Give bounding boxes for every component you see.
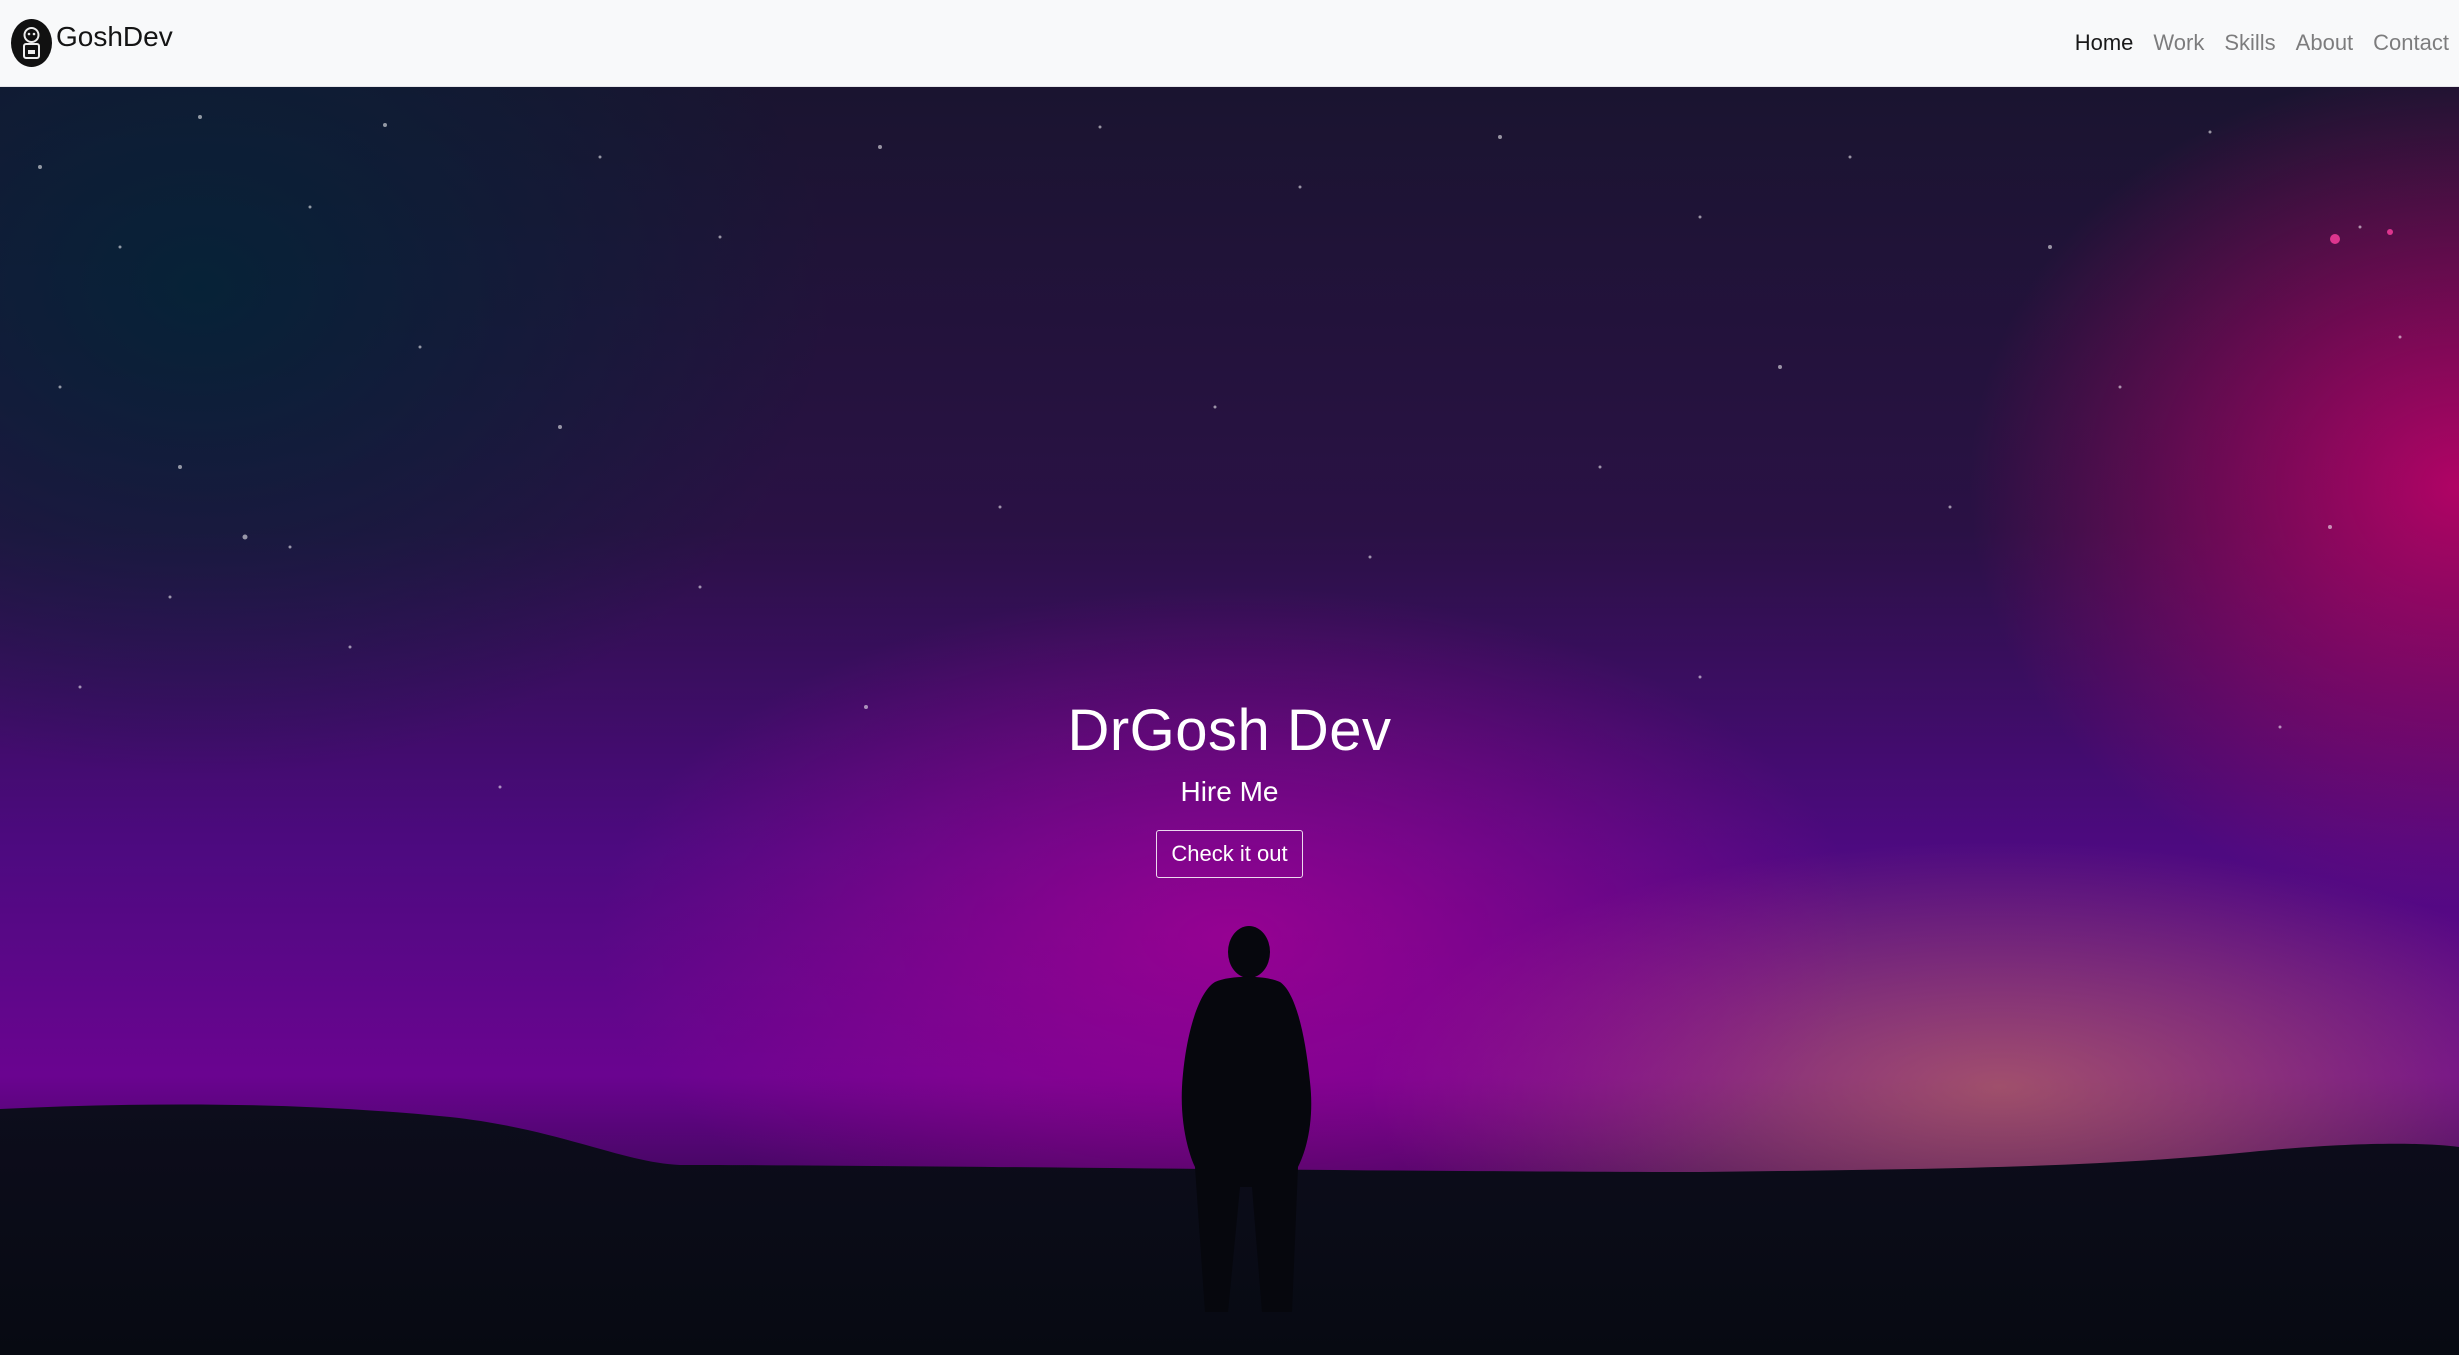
hero-content: DrGosh Dev Hire Me Check it out (0, 697, 2459, 878)
nav-skills[interactable]: Skills (2214, 30, 2285, 56)
nav-menu: Home Work Skills About Contact (2065, 30, 2459, 56)
check-it-out-button[interactable]: Check it out (1156, 830, 1303, 878)
brand-link[interactable]: GoshDev (11, 19, 173, 67)
nav-work[interactable]: Work (2143, 30, 2214, 56)
hero-section: DrGosh Dev Hire Me Check it out (0, 87, 2459, 1355)
brand-name: GoshDev (56, 21, 173, 52)
robot-avatar-icon (11, 19, 52, 67)
nav-contact[interactable]: Contact (2363, 30, 2459, 56)
hero-subtitle: Hire Me (1180, 776, 1279, 807)
top-navbar: GoshDev Home Work Skills About Contact (0, 0, 2459, 87)
nav-home[interactable]: Home (2065, 30, 2144, 56)
hero-title: DrGosh Dev (1067, 698, 1392, 763)
nav-about[interactable]: About (2286, 30, 2364, 56)
